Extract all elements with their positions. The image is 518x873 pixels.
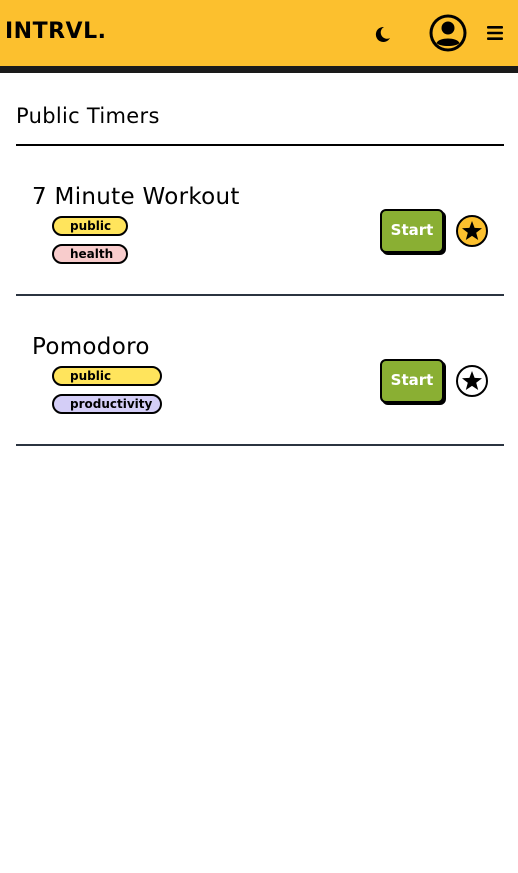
app-logo[interactable]: INTRVL. [5, 18, 106, 46]
star-icon[interactable] [455, 214, 489, 248]
timer-name[interactable]: Pomodoro [32, 332, 150, 362]
timer-name[interactable]: 7 Minute Workout [32, 182, 240, 212]
tag-health: health [52, 244, 128, 264]
start-button[interactable]: Start [380, 359, 444, 403]
user-circle-icon[interactable] [427, 12, 469, 54]
hamburger-icon[interactable] [485, 22, 507, 44]
timer-divider [16, 444, 504, 446]
timer-card: 7 Minute Workout public health Start [16, 146, 504, 296]
timer-card: Pomodoro public productivity Start [16, 296, 504, 446]
tag-productivity: productivity [52, 394, 162, 414]
header-divider [0, 66, 518, 73]
tag-public: public [52, 216, 128, 236]
moon-icon[interactable] [371, 23, 393, 45]
page-title: Public Timers [16, 104, 160, 128]
star-icon[interactable] [455, 364, 489, 398]
start-button[interactable]: Start [380, 209, 444, 253]
app-header: INTRVL. [0, 0, 518, 66]
tag-public: public [52, 366, 162, 386]
